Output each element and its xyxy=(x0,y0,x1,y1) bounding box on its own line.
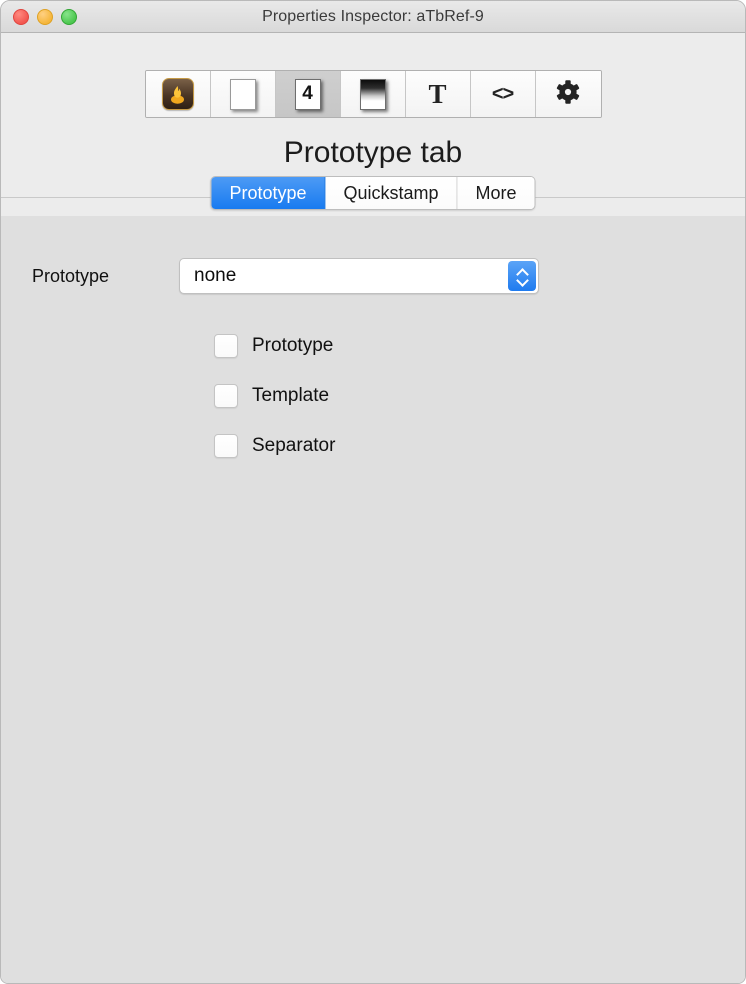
checkbox-template[interactable] xyxy=(214,384,238,408)
toolbar-wrap: 4 T <> xyxy=(1,33,745,118)
checkbox-row-template[interactable]: Template xyxy=(214,371,745,421)
checkbox-separator[interactable] xyxy=(214,434,238,458)
prototype-popup-button[interactable]: none xyxy=(179,258,539,294)
numbered-note-icon: 4 xyxy=(294,78,321,110)
note-page-icon xyxy=(229,78,256,110)
tabstrip-zone: Prototype Quickstamp More xyxy=(1,176,745,216)
close-button[interactable] xyxy=(13,8,29,25)
tab-prototype[interactable]: Prototype xyxy=(211,177,326,209)
tab-quickstamp[interactable]: Quickstamp xyxy=(325,177,458,209)
checkbox-label-prototype: Prototype xyxy=(252,335,334,356)
toolbar-button-container[interactable] xyxy=(340,71,406,117)
tab-bar: Prototype Quickstamp More xyxy=(210,176,536,210)
checkbox-row-separator[interactable]: Separator xyxy=(214,421,745,471)
checkbox-group: Prototype Template Separator xyxy=(1,294,745,471)
toolbar-button-code[interactable]: <> xyxy=(470,71,536,117)
window-controls xyxy=(13,1,77,32)
window-title: Properties Inspector: aTbRef-9 xyxy=(262,7,484,25)
code-brackets-icon: <> xyxy=(491,82,514,105)
flame-icon xyxy=(161,78,194,110)
checkbox-label-separator: Separator xyxy=(252,435,336,456)
toolbar-button-note[interactable] xyxy=(210,71,276,117)
minimize-button[interactable] xyxy=(37,8,53,25)
popup-stepper-arrows-icon[interactable] xyxy=(508,261,536,291)
prototype-field-label: Prototype xyxy=(32,265,110,286)
header-region: 4 T <> Prototype tab Prototype Quickstam… xyxy=(1,33,745,216)
checkbox-prototype[interactable] xyxy=(214,334,238,358)
prototype-popup-value: none xyxy=(194,265,237,286)
toolbar-button-app[interactable] xyxy=(145,71,211,117)
maximize-button[interactable] xyxy=(61,8,77,25)
container-note-icon xyxy=(359,78,386,110)
icon-toolbar: 4 T <> xyxy=(144,70,602,118)
prototype-field-row: Prototype none xyxy=(1,216,745,294)
properties-inspector-window: Properties Inspector: aTbRef-9 4 T <> Pr… xyxy=(0,0,746,984)
toolbar-button-text[interactable]: T xyxy=(405,71,471,117)
checkbox-label-template: Template xyxy=(252,385,330,406)
titlebar: Properties Inspector: aTbRef-9 xyxy=(1,1,745,33)
checkbox-row-prototype[interactable]: Prototype xyxy=(214,321,745,371)
chevron-down-icon xyxy=(517,278,528,284)
text-t-icon: T xyxy=(428,78,447,109)
tab-more[interactable]: More xyxy=(457,177,535,209)
gear-icon xyxy=(555,79,581,110)
page-title: Prototype tab xyxy=(283,136,463,169)
toolbar-button-prototype[interactable]: 4 xyxy=(275,71,341,117)
content-panel: Prototype none Prototype Template Separa… xyxy=(1,216,745,983)
toolbar-button-settings[interactable] xyxy=(535,71,601,117)
